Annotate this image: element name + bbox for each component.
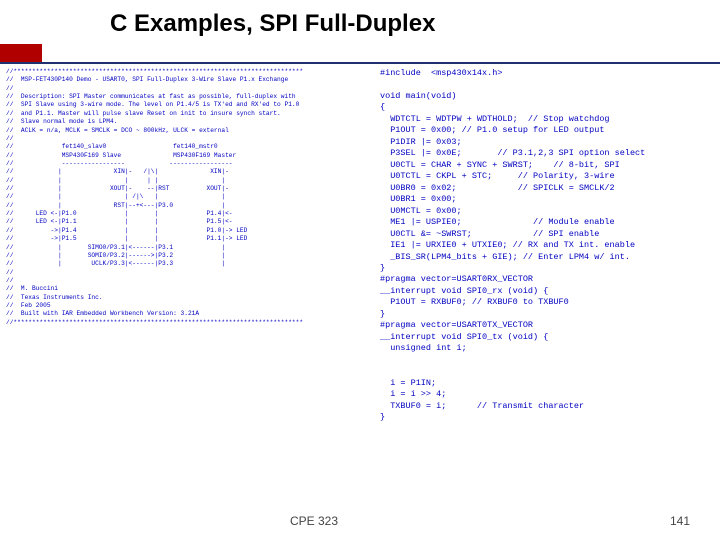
divider-line bbox=[0, 62, 720, 64]
slide-title: C Examples, SPI Full-Duplex bbox=[110, 10, 435, 38]
left-code-block: //**************************************… bbox=[6, 68, 378, 327]
accent-block bbox=[0, 44, 42, 62]
slide: C Examples, SPI Full-Duplex //**********… bbox=[0, 0, 720, 540]
footer-page-number: 141 bbox=[670, 514, 690, 528]
right-code-block: #include <msp430x14x.h> void main(void) … bbox=[380, 68, 710, 424]
footer-course: CPE 323 bbox=[290, 514, 338, 528]
